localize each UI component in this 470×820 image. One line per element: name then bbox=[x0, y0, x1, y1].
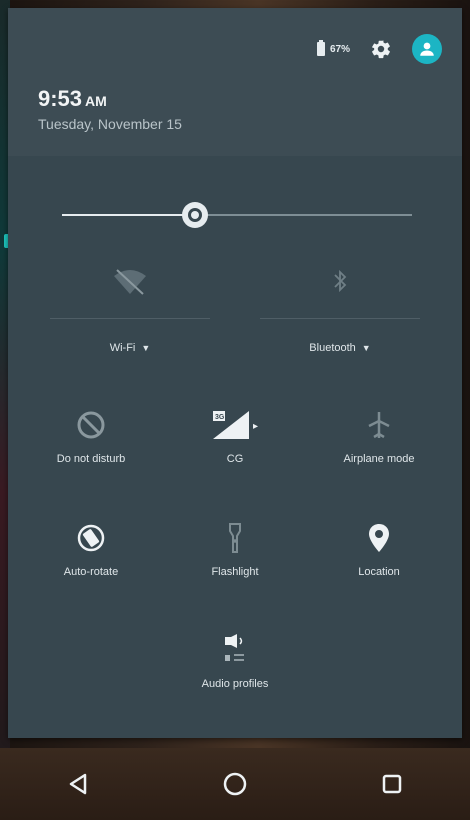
battery-indicator: 67% bbox=[316, 40, 350, 56]
tile-label: Location bbox=[358, 566, 400, 578]
battery-icon bbox=[316, 40, 325, 56]
tile-do-not-disturb[interactable]: Do not disturb bbox=[16, 403, 166, 493]
bluetooth-divider bbox=[260, 318, 420, 319]
back-button[interactable] bbox=[48, 754, 108, 814]
brightness-fill bbox=[62, 214, 195, 216]
quick-settings-panel: 67% 9:53 AM Tuesday, November 15 Wi-Fi ▼… bbox=[8, 8, 462, 738]
recents-square-icon bbox=[382, 774, 401, 794]
clock-ampm: AM bbox=[85, 93, 107, 109]
flashlight-icon bbox=[160, 516, 310, 560]
tile-audio-profiles[interactable]: Audio profiles bbox=[160, 628, 310, 718]
tile-label: Airplane mode bbox=[343, 453, 415, 465]
clock-date: Tuesday, November 15 bbox=[38, 116, 182, 132]
do-not-disturb-icon bbox=[16, 403, 166, 447]
clock-hours: 9:53 bbox=[38, 86, 83, 111]
chevron-down-icon: ▼ bbox=[141, 343, 151, 353]
cellular-signal-icon: 3G ▸ bbox=[160, 403, 310, 447]
status-row: 67% bbox=[316, 34, 442, 64]
tile-flashlight[interactable]: Flashlight bbox=[160, 516, 310, 606]
bluetooth-off-icon bbox=[330, 268, 350, 301]
bluetooth-tile[interactable]: Bluetooth ▼ bbox=[240, 258, 440, 378]
settings-gear-icon[interactable] bbox=[368, 36, 394, 62]
location-icon bbox=[304, 516, 454, 560]
wifi-label-text: Wi-Fi bbox=[109, 342, 136, 354]
tile-label: Audio profiles bbox=[201, 678, 269, 690]
svg-text:▸: ▸ bbox=[253, 421, 258, 432]
user-avatar-icon[interactable] bbox=[412, 34, 442, 64]
quick-settings-header: 67% 9:53 AM Tuesday, November 15 bbox=[8, 8, 462, 156]
chevron-down-icon: ▼ bbox=[361, 343, 371, 353]
tile-cellular[interactable]: 3G ▸ CG bbox=[160, 403, 310, 493]
tile-auto-rotate[interactable]: Auto-rotate bbox=[16, 516, 166, 606]
auto-rotate-icon bbox=[16, 516, 166, 560]
wifi-divider bbox=[50, 318, 210, 319]
back-triangle-icon bbox=[70, 773, 87, 795]
wifi-label[interactable]: Wi-Fi ▼ bbox=[30, 342, 230, 354]
tile-label: Auto-rotate bbox=[63, 566, 119, 578]
clock-time: 9:53 AM bbox=[38, 86, 107, 112]
tile-label: Do not disturb bbox=[56, 453, 126, 465]
battery-percent: 67% bbox=[329, 43, 350, 55]
wifi-tile[interactable]: Wi-Fi ▼ bbox=[30, 258, 230, 378]
brightness-slider[interactable] bbox=[62, 200, 412, 230]
home-circle-icon bbox=[223, 772, 247, 796]
bluetooth-label-text: Bluetooth bbox=[309, 342, 356, 354]
bluetooth-label[interactable]: Bluetooth ▼ bbox=[240, 342, 440, 354]
brightness-thumb-icon[interactable] bbox=[180, 200, 210, 230]
tile-label: CG bbox=[226, 453, 244, 465]
home-button[interactable] bbox=[205, 754, 265, 814]
tile-label: Flashlight bbox=[211, 566, 259, 578]
wifi-off-icon bbox=[113, 268, 147, 301]
svg-text:3G: 3G bbox=[215, 414, 225, 421]
audio-profile-icon bbox=[160, 628, 310, 672]
recents-button[interactable] bbox=[362, 754, 422, 814]
navigation-bar bbox=[0, 748, 470, 820]
tile-location[interactable]: Location bbox=[304, 516, 454, 606]
airplane-icon bbox=[304, 403, 454, 447]
tile-airplane-mode[interactable]: Airplane mode bbox=[304, 403, 454, 493]
